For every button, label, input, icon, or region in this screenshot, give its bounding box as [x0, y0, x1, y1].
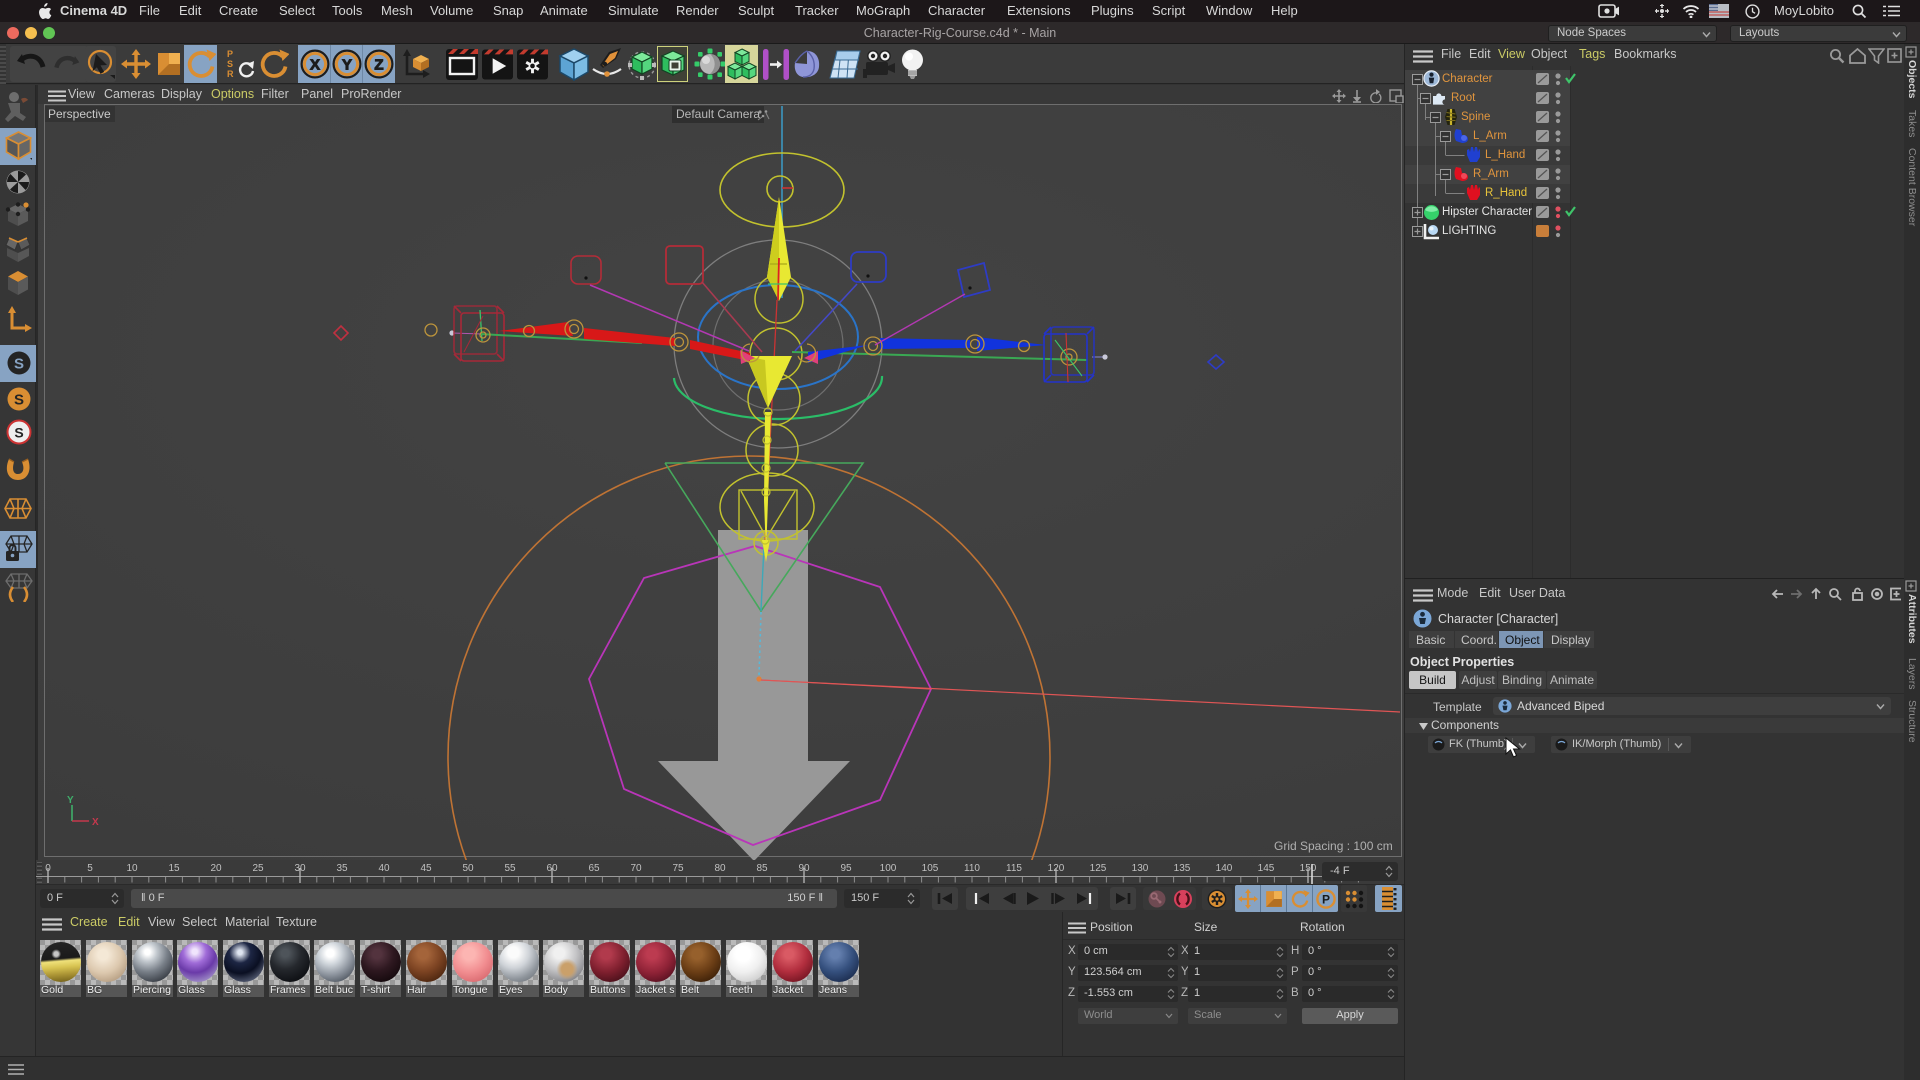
- svg-text:20: 20: [210, 863, 222, 874]
- svg-text:25: 25: [252, 863, 264, 874]
- svg-text:145: 145: [1258, 863, 1275, 874]
- svg-text:85: 85: [756, 863, 768, 874]
- svg-text:Z: Z: [374, 57, 383, 74]
- svg-text:95: 95: [840, 863, 852, 874]
- svg-text:140: 140: [1216, 863, 1233, 874]
- svg-text:S: S: [14, 425, 23, 441]
- svg-text:S: S: [14, 356, 24, 373]
- svg-text:S: S: [14, 392, 24, 409]
- svg-text:S: S: [227, 59, 233, 69]
- svg-text:110: 110: [964, 863, 980, 874]
- svg-text:55: 55: [504, 863, 516, 874]
- svg-text:P: P: [227, 49, 233, 59]
- svg-text:65: 65: [588, 863, 600, 874]
- svg-text:Y: Y: [342, 57, 352, 74]
- svg-text:70: 70: [630, 863, 642, 874]
- svg-text:5: 5: [87, 863, 93, 874]
- svg-text:35: 35: [336, 863, 348, 874]
- svg-text:R: R: [227, 69, 234, 79]
- svg-text:130: 130: [1132, 863, 1149, 874]
- svg-text:75: 75: [672, 863, 684, 874]
- svg-text:100: 100: [880, 863, 897, 874]
- svg-text:10: 10: [126, 863, 138, 874]
- svg-text:105: 105: [922, 863, 939, 874]
- svg-text:X: X: [310, 57, 320, 74]
- svg-text:45: 45: [420, 863, 432, 874]
- svg-text:135: 135: [1174, 863, 1191, 874]
- svg-text:80: 80: [714, 863, 726, 874]
- svg-text:50: 50: [462, 863, 474, 874]
- svg-text:125: 125: [1090, 863, 1107, 874]
- svg-text:P: P: [1322, 893, 1330, 907]
- svg-text:15: 15: [168, 863, 180, 874]
- svg-text:115: 115: [1006, 863, 1022, 874]
- svg-text:40: 40: [378, 863, 390, 874]
